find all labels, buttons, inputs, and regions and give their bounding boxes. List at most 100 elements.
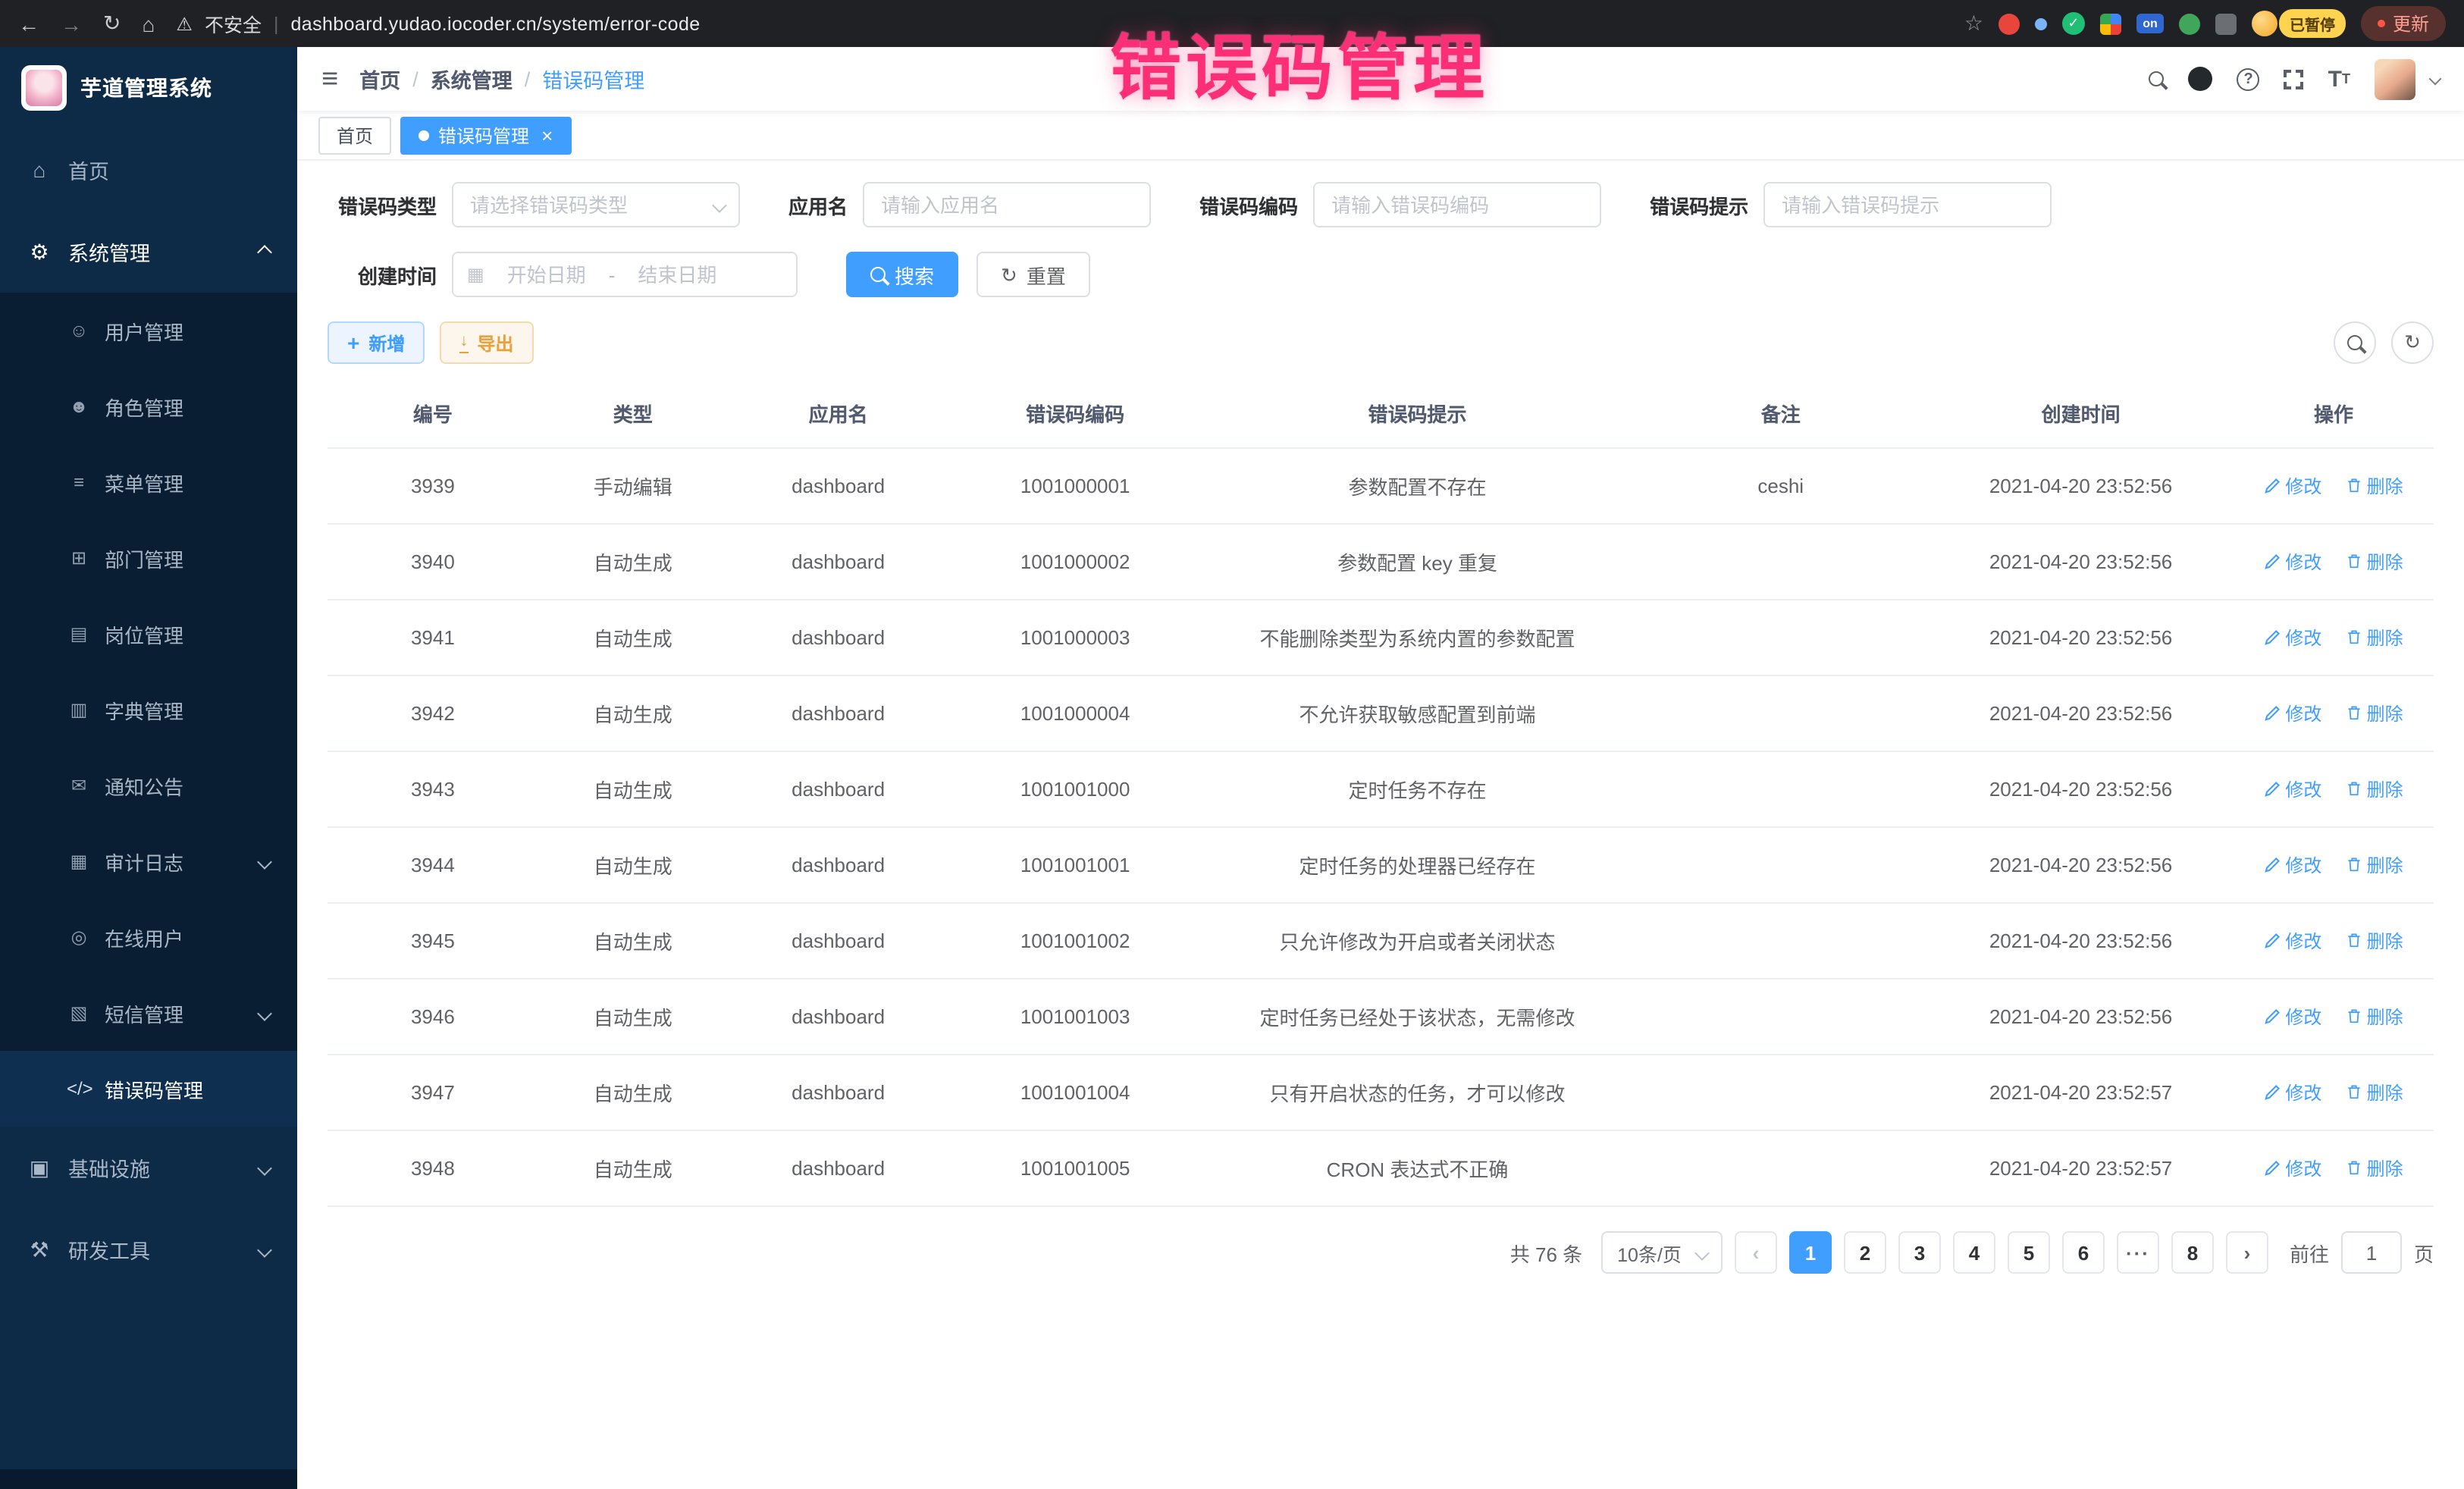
forward-icon[interactable]: →	[61, 11, 82, 36]
help-icon[interactable]: ?	[2237, 67, 2260, 90]
error-type-select[interactable]	[452, 182, 740, 227]
create-time-range-picker[interactable]: ▦ -	[452, 252, 798, 297]
fullscreen-icon[interactable]	[2284, 69, 2304, 89]
sidebar: 芋道管理系统 ⌂ 首页 ⚙ 系统管理 ☺ 用户管理	[0, 47, 297, 1489]
error-message-input[interactable]	[1763, 182, 2052, 227]
edit-link[interactable]: 修改	[2264, 625, 2321, 651]
edit-link[interactable]: 修改	[2264, 777, 2321, 803]
extension-icon-grid[interactable]	[2100, 13, 2121, 34]
font-size-icon[interactable]: TT	[2328, 66, 2350, 92]
export-button[interactable]: ↓ 导出	[440, 321, 533, 364]
end-date-input[interactable]	[622, 263, 732, 286]
page-button-8[interactable]: 8	[2171, 1231, 2214, 1274]
page-size-select[interactable]: 10条/页	[1600, 1231, 1723, 1274]
page-button-2[interactable]: 2	[1844, 1231, 1886, 1274]
app-name-input[interactable]	[863, 182, 1151, 227]
extension-icon-on[interactable]: on	[2136, 14, 2164, 33]
bookmark-star-icon[interactable]: ☆	[1964, 11, 1983, 36]
extensions-puzzle-icon[interactable]	[2215, 13, 2237, 34]
sidebar-item-system-management[interactable]: ⚙ 系统管理	[0, 211, 297, 293]
page-button-6[interactable]: 6	[2062, 1231, 2105, 1274]
search-button[interactable]: 搜索	[846, 252, 958, 297]
tools-icon: ⚒	[27, 1237, 52, 1262]
github-icon[interactable]	[2189, 67, 2213, 91]
delete-link[interactable]: 删除	[2346, 776, 2403, 802]
next-page-button[interactable]: ›	[2226, 1231, 2268, 1274]
error-type-select-input[interactable]	[452, 182, 740, 227]
search-icon	[2347, 335, 2362, 350]
cell-time: 2021-04-20 23:52:56	[1928, 903, 2234, 979]
browser-home-icon[interactable]: ⌂	[142, 11, 155, 36]
collapse-sidebar-icon[interactable]: ≡	[321, 64, 338, 93]
sidebar-item-post-management[interactable]: ▤ 岗位管理	[0, 596, 297, 672]
page-button-5[interactable]: 5	[2008, 1231, 2050, 1274]
start-date-input[interactable]	[492, 263, 601, 286]
sidebar-item-user-management[interactable]: ☺ 用户管理	[0, 293, 297, 368]
prev-page-button[interactable]: ‹	[1735, 1231, 1777, 1274]
page-button-3[interactable]: 3	[1898, 1231, 1941, 1274]
sidebar-item-error-code-management[interactable]: </> 错误码管理	[0, 1051, 297, 1127]
edit-link[interactable]: 修改	[2264, 701, 2321, 727]
edit-link[interactable]: 修改	[2264, 474, 2321, 500]
sidebar-item-dict-management[interactable]: ▥ 字典管理	[0, 672, 297, 748]
delete-link[interactable]: 删除	[2346, 625, 2403, 650]
address-divider: |	[274, 13, 279, 34]
edit-link[interactable]: 修改	[2264, 853, 2321, 879]
more-pages-button[interactable]: ···	[2117, 1231, 2159, 1274]
delete-link[interactable]: 删除	[2346, 473, 2403, 499]
cell-app: dashboard	[728, 1055, 949, 1130]
extension-icon-blue-dot[interactable]	[2035, 17, 2047, 30]
sidebar-item-online-users[interactable]: ◎ 在线用户	[0, 899, 297, 975]
breadcrumb-system-management[interactable]: 系统管理	[431, 64, 513, 94]
error-code-input[interactable]	[1313, 182, 1601, 227]
chevron-down-icon[interactable]	[2429, 73, 2442, 86]
delete-link[interactable]: 删除	[2346, 701, 2403, 726]
delete-link[interactable]: 删除	[2346, 1155, 2403, 1181]
breadcrumb-home[interactable]: 首页	[359, 64, 400, 94]
tab-error-code-management[interactable]: 错误码管理 ×	[400, 116, 571, 154]
delete-link[interactable]: 删除	[2346, 1004, 2403, 1030]
sidebar-item-notice-announcement[interactable]: ✉ 通知公告	[0, 748, 297, 823]
reload-icon[interactable]: ↻	[103, 11, 121, 36]
refresh-table-button[interactable]: ↻	[2391, 321, 2434, 364]
search-icon[interactable]	[2149, 71, 2165, 86]
sidebar-item-infrastructure[interactable]: ▣ 基础设施	[0, 1127, 297, 1208]
extension-icon-check[interactable]: ✓	[2062, 12, 2085, 35]
edit-link[interactable]: 修改	[2264, 550, 2321, 575]
sidebar-item-menu-management[interactable]: ≡ 菜单管理	[0, 444, 297, 520]
address-bar[interactable]: ⚠ 不安全 | dashboard.yudao.iocoder.cn/syste…	[176, 9, 700, 38]
sidebar-item-home[interactable]: ⌂ 首页	[0, 129, 297, 211]
delete-link[interactable]: 删除	[2346, 1080, 2403, 1105]
sidebar-collapse-bar[interactable]	[0, 1469, 297, 1489]
edit-link[interactable]: 修改	[2264, 1156, 2321, 1182]
table-row: 3939 手动编辑 dashboard 1001000001 参数配置不存在 c…	[328, 448, 2434, 524]
sidebar-item-label: 角色管理	[105, 392, 183, 421]
page-button-4[interactable]: 4	[1953, 1231, 1995, 1274]
delete-link[interactable]: 删除	[2346, 852, 2403, 878]
sidebar-item-role-management[interactable]: ☻ 角色管理	[0, 368, 297, 444]
back-icon[interactable]: ←	[18, 11, 39, 36]
edit-link[interactable]: 修改	[2264, 1005, 2321, 1030]
extension-icon-green[interactable]	[2179, 13, 2200, 34]
avatar[interactable]	[2375, 58, 2415, 99]
sidebar-item-department-management[interactable]: ⊞ 部门管理	[0, 520, 297, 596]
page-button-1[interactable]: 1	[1789, 1231, 1832, 1274]
extension-icon-avatar[interactable]	[2252, 11, 2277, 36]
toggle-search-button[interactable]	[2334, 321, 2376, 364]
delete-link[interactable]: 删除	[2346, 549, 2403, 575]
sidebar-item-audit-log[interactable]: ▦ 审计日志	[0, 823, 297, 899]
add-button[interactable]: + 新增	[328, 321, 425, 364]
goto-page-input[interactable]	[2341, 1231, 2402, 1274]
sidebar-item-sms-management[interactable]: ▧ 短信管理	[0, 975, 297, 1051]
extension-icon-red[interactable]	[1998, 13, 2020, 34]
paused-badge[interactable]: 已暂停	[2279, 9, 2346, 38]
close-icon[interactable]: ×	[541, 125, 553, 145]
tab-home[interactable]: 首页	[318, 116, 391, 154]
reset-button[interactable]: ↻ 重置	[977, 252, 1090, 297]
edit-link[interactable]: 修改	[2264, 1080, 2321, 1106]
sidebar-item-dev-tools[interactable]: ⚒ 研发工具	[0, 1208, 297, 1290]
delete-link[interactable]: 删除	[2346, 928, 2403, 954]
update-button[interactable]: 更新	[2361, 6, 2446, 41]
cell-remark	[1633, 979, 1928, 1055]
edit-link[interactable]: 修改	[2264, 929, 2321, 955]
